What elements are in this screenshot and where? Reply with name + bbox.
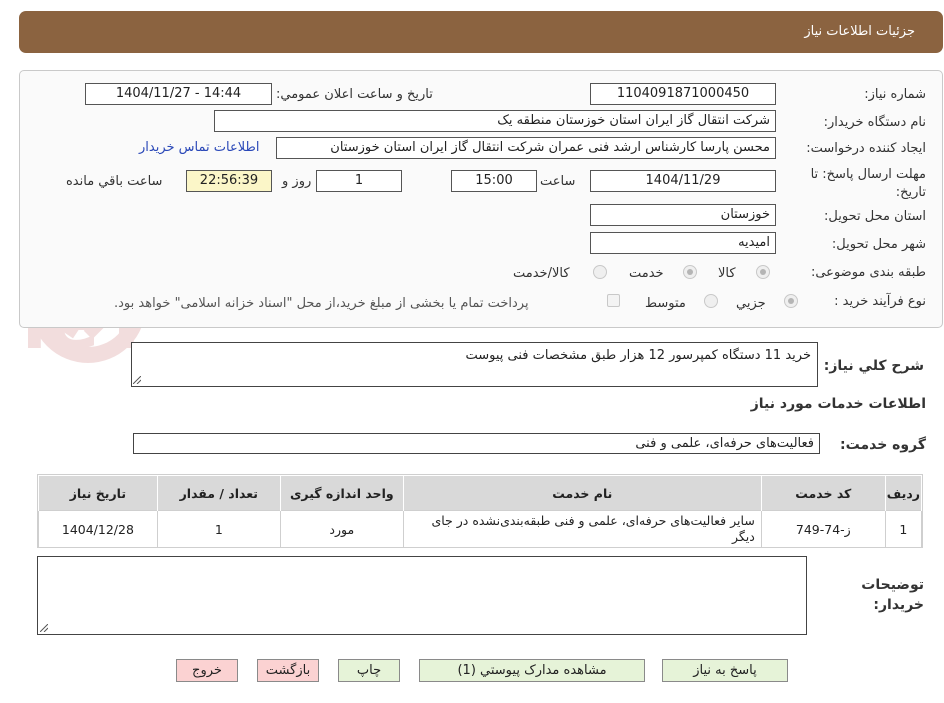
exit-button[interactable]: خروج	[176, 659, 238, 682]
category-option-goods: کالا	[718, 266, 736, 281]
buyer-org-label: نام دستگاه خريدار:	[823, 115, 926, 130]
category-option-service: خدمت	[629, 266, 664, 281]
category-label: طبقه بندی موضوعی:	[810, 265, 926, 280]
process-option-minor: جزيي	[736, 296, 766, 311]
process-option-medium: متوسط	[645, 296, 686, 311]
days-field: 1	[316, 170, 402, 192]
delivery-city-field: امیدیه	[590, 232, 776, 254]
treasury-payment-note: پرداخت تمام یا بخشی از مبلغ خرید،از محل …	[114, 296, 529, 311]
col-row-number: رديف	[884, 475, 923, 511]
delivery-city-label: شهر محل تحویل:	[831, 237, 926, 252]
col-quantity: تعداد / مقدار	[156, 475, 281, 511]
back-button[interactable]: بازگشت	[257, 659, 319, 682]
cell-service-code: ز-74-749	[760, 510, 886, 548]
delivery-province-label: استان محل تحویل:	[824, 209, 926, 224]
cell-row-number: 1	[884, 510, 923, 548]
service-group-field: فعالیت‌های حرفه‌ای، علمی و فنی	[133, 433, 820, 454]
process-label: نوع فرآیند خرید :	[834, 294, 926, 309]
delivery-province-field: خوزستان	[590, 204, 776, 226]
cell-need-date: 1404/12/28	[38, 510, 158, 548]
buyer-org-field: شرکت انتقال گاز ایران استان خوزستان منطق…	[214, 110, 776, 132]
need-number-label: شماره نیاز:	[864, 87, 926, 102]
announce-label: تاریخ و ساعت اعلان عمومي:	[276, 87, 433, 102]
treasury-payment-checkbox[interactable]	[607, 294, 620, 307]
category-radio-service[interactable]	[683, 265, 697, 279]
buyer-notes-label: توضيحات خريدار:	[861, 577, 924, 613]
remaining-word: ساعت باقي مانده	[66, 174, 163, 189]
summary-textarea: خرید 11 دستگاه کمپرسور 12 هزار طبق مشخصا…	[131, 342, 818, 387]
requester-label: ايجاد کننده درخواست:	[806, 141, 926, 156]
deadline-time-field: 15:00	[451, 170, 537, 192]
view-attachments-button[interactable]: مشاهده مدارک پیوستي (1)	[419, 659, 645, 682]
cell-unit: مورد	[279, 510, 404, 548]
summary-text: خرید 11 دستگاه کمپرسور 12 هزار طبق مشخصا…	[465, 348, 811, 363]
deadline-time-word: ساعت	[540, 174, 576, 189]
page-title: جزئیات اطلاعات نیاز	[804, 24, 915, 39]
deadline-label: مهلت ارسال پاسخ: تا تاریخ:	[810, 167, 926, 200]
reply-button[interactable]: پاسخ به نياز	[662, 659, 788, 682]
need-number-field: 1104091871000450	[590, 83, 776, 105]
resize-grip-icon[interactable]	[133, 376, 141, 384]
resize-grip-icon[interactable]	[40, 624, 48, 632]
requester-field: محسن پارسا کارشناس ارشد فنی عمران شرکت ا…	[276, 137, 776, 159]
table-header-row: رديف کد خدمت نام خدمت واحد اندازه گیری ت…	[38, 475, 923, 511]
services-table: رديف کد خدمت نام خدمت واحد اندازه گیری ت…	[38, 475, 923, 548]
cell-service-name: سایر فعالیت‌های حرفه‌ای، علمی و فنی طبقه…	[402, 510, 762, 548]
deadline-date-field: 1404/11/29	[590, 170, 776, 192]
service-group-label: گروه خدمت:	[840, 437, 926, 453]
services-section-title: اطلاعات خدمات مورد نیاز	[750, 396, 926, 412]
category-radio-goods[interactable]	[756, 265, 770, 279]
summary-label: شرح کلي نياز:	[823, 358, 924, 374]
buyer-contact-link[interactable]: اطلاعات تماس خريدار	[139, 140, 259, 155]
category-option-goods-service: کالا/خدمت	[513, 266, 570, 281]
col-service-code: کد خدمت	[760, 475, 886, 511]
process-radio-medium[interactable]	[704, 294, 718, 308]
days-word: روز و	[282, 174, 312, 189]
page-header: جزئیات اطلاعات نیاز	[19, 11, 943, 53]
announce-datetime-field: 1404/11/27 - 14:44	[85, 83, 272, 105]
buyer-notes-textarea	[37, 556, 807, 635]
cell-quantity: 1	[156, 510, 281, 548]
col-service-name: نام خدمت	[402, 475, 762, 511]
col-unit: واحد اندازه گیری	[279, 475, 404, 511]
category-radio-goods-service[interactable]	[593, 265, 607, 279]
print-button[interactable]: چاپ	[338, 659, 400, 682]
table-row: 1 ز-74-749 سایر فعالیت‌های حرفه‌ای، علمی…	[38, 510, 923, 548]
remaining-time-field: 22:56:39	[186, 170, 272, 192]
process-radio-minor[interactable]	[784, 294, 798, 308]
col-need-date: تاريخ نياز	[38, 475, 158, 511]
